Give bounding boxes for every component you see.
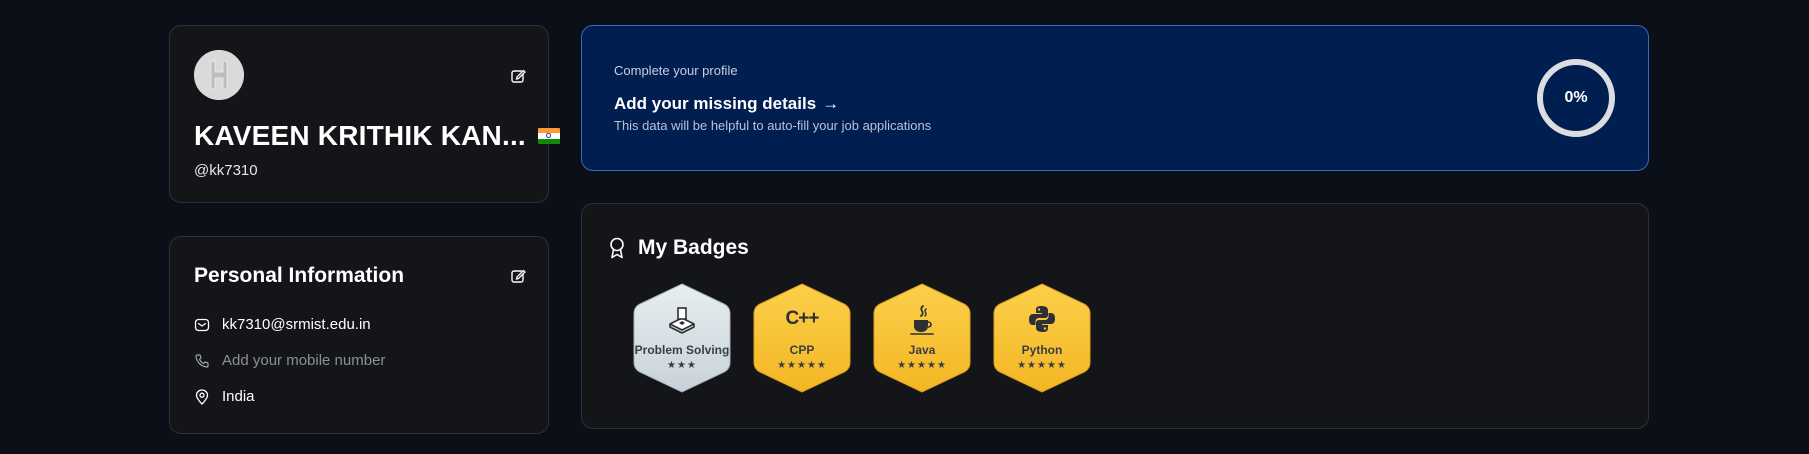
badge-cpp[interactable]: C++ CPP ★★★★★: [752, 282, 852, 394]
profile-progress-text: 0%: [1564, 89, 1588, 106]
location-row: India: [194, 388, 255, 405]
personal-information-title: Personal Information: [194, 264, 405, 287]
add-mobile-number-link[interactable]: Add your mobile number: [222, 352, 385, 369]
badge-stars: ★★★: [667, 360, 697, 371]
complete-profile-card[interactable]: Complete your profile Add your missing d…: [581, 25, 1649, 171]
edit-icon: [511, 69, 526, 83]
arrow-right-icon: →: [822, 94, 840, 113]
badge-stars: ★★★★★: [777, 360, 827, 371]
badge-stars: ★★★★★: [1017, 360, 1067, 371]
award-ribbon-icon: [610, 237, 624, 259]
cpp-icon: C++: [785, 308, 820, 329]
email-row: kk7310@srmist.edu.in: [194, 316, 371, 333]
add-missing-details-text: Add your missing details: [614, 94, 817, 113]
badge-label: Problem Solving: [634, 343, 730, 357]
python-icon: [1029, 306, 1055, 332]
avatar[interactable]: [194, 50, 244, 100]
personal-information-card: Personal Information kk7310@srmist.edu.i…: [169, 236, 549, 434]
india-flag-icon: [537, 128, 560, 144]
badges-header: My Badges: [608, 236, 749, 260]
badge-stars: ★★★★★: [897, 360, 947, 371]
badge-java[interactable]: Java ★★★★★: [872, 282, 972, 394]
badge-label: Python: [1021, 343, 1063, 357]
edit-icon: [511, 269, 526, 283]
problem-solving-icon: [669, 307, 695, 334]
profile-name: KAVEEN KRITHIK KAN...: [194, 120, 526, 151]
phone-icon: [195, 353, 209, 368]
mail-icon: [194, 318, 210, 331]
badge-label: CPP: [789, 343, 815, 357]
complete-profile-label: Complete your profile: [614, 63, 738, 78]
email-value: kk7310@srmist.edu.in: [222, 316, 371, 333]
badge-label: Java: [908, 343, 936, 357]
phone-row[interactable]: Add your mobile number: [194, 352, 385, 369]
badge-list: Problem Solving ★★★ C++ CPP ★★★★★ Java ★…: [632, 282, 1092, 394]
badges-card: My Badges Problem Solving ★★★ C++ CPP ★★…: [581, 203, 1649, 429]
java-icon: [910, 305, 934, 335]
badge-problem-solving[interactable]: Problem Solving ★★★: [632, 282, 732, 394]
add-missing-details-link[interactable]: Add your missing details →: [614, 94, 839, 114]
username: @kk7310: [194, 162, 258, 179]
location-pin-icon: [195, 388, 209, 405]
edit-profile-button[interactable]: [508, 66, 528, 86]
badges-title: My Badges: [638, 236, 749, 259]
profile-progress-ring: 0%: [1536, 58, 1616, 138]
profile-name-row: KAVEEN KRITHIK KAN...: [194, 120, 560, 152]
edit-personal-info-button[interactable]: [508, 266, 528, 286]
badge-python[interactable]: Python ★★★★★: [992, 282, 1092, 394]
country-value: India: [222, 388, 255, 405]
complete-profile-description: This data will be helpful to auto-fill y…: [614, 118, 932, 133]
profile-card: KAVEEN KRITHIK KAN... @kk7310: [169, 25, 560, 203]
